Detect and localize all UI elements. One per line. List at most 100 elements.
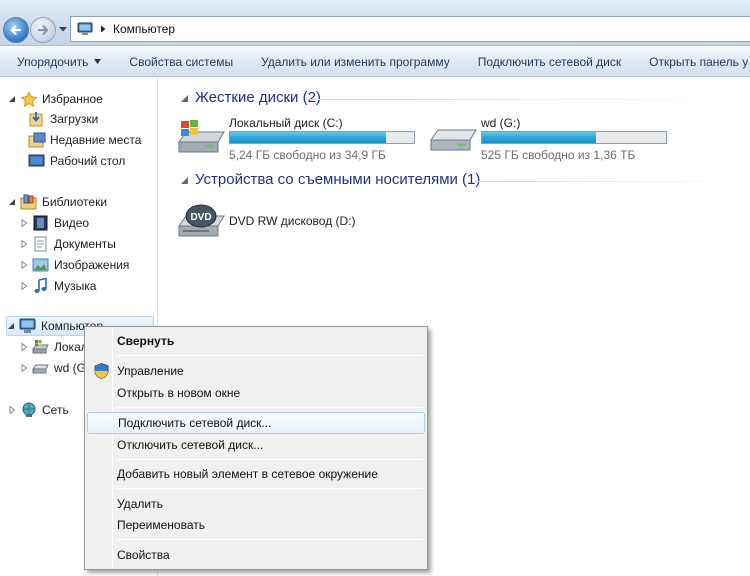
- uninstall-program-button[interactable]: Удалить или изменить программу: [247, 47, 464, 76]
- nav-video[interactable]: Видео: [20, 213, 89, 233]
- menu-item-add-network-location[interactable]: Добавить новый элемент в сетевое окружен…: [87, 463, 425, 485]
- collapsed-arrow-icon[interactable]: [20, 240, 28, 248]
- menu-item-collapse-label: Свернуть: [117, 334, 175, 348]
- menu-item-open-new-window[interactable]: Открыть в новом окне: [87, 382, 425, 404]
- menu-item-manage[interactable]: Управление: [87, 360, 425, 382]
- system-drive-icon: [178, 120, 225, 153]
- group-divider: [475, 181, 737, 182]
- organize-label: Упорядочить: [17, 54, 89, 69]
- menu-item-rename-label: Переименовать: [117, 518, 205, 532]
- menu-item-open-new-window-label: Открыть в новом окне: [117, 386, 241, 400]
- computer-icon: [19, 318, 36, 333]
- nav-favorites-label: Избранное: [42, 92, 103, 106]
- drive-icon: [32, 364, 49, 374]
- nav-network[interactable]: Сеть: [8, 400, 69, 420]
- drive-c-usage-bar: [229, 131, 415, 144]
- nav-images[interactable]: Изображения: [20, 255, 129, 275]
- nav-downloads[interactable]: Загрузки: [28, 109, 98, 129]
- drive-g-name: wd (G:): [481, 116, 521, 130]
- menu-item-add-network-location-label: Добавить новый элемент в сетевое окружен…: [117, 467, 378, 481]
- dvd-drive-icon: DVD: [178, 204, 225, 237]
- arrow-left-icon: [10, 25, 22, 35]
- nav-recent-places[interactable]: Недавние места: [28, 130, 141, 150]
- documents-icon: [34, 236, 47, 252]
- drive-g-usage-bar: [481, 131, 667, 144]
- nav-wd-disk[interactable]: wd (G: [20, 358, 86, 378]
- menu-item-rename[interactable]: Переименовать: [87, 514, 425, 536]
- nav-desktop[interactable]: Рабочий стол: [28, 151, 125, 171]
- open-control-panel-button[interactable]: Открыть панель у: [635, 47, 750, 76]
- menu-item-map-network-drive[interactable]: Подключить сетевой диск...: [87, 412, 425, 434]
- downloads-folder-icon: [29, 112, 43, 127]
- images-icon: [32, 258, 49, 272]
- drive-c-free-space: 5,24 ГБ свободно из 34,9 ГБ: [229, 148, 386, 162]
- nav-music-label: Музыка: [54, 279, 97, 293]
- group-divider: [307, 99, 737, 100]
- expanded-arrow-icon[interactable]: [8, 95, 16, 103]
- menu-separator: [115, 407, 423, 408]
- arrow-right-icon: [37, 25, 49, 35]
- nav-documents[interactable]: Документы: [20, 234, 116, 254]
- menu-separator: [115, 539, 423, 540]
- nav-libraries-label: Библиотеки: [42, 195, 108, 209]
- drive-g-free-space: 525 ГБ свободно из 1,36 ТБ: [481, 148, 636, 162]
- menu-item-properties[interactable]: Свойства: [87, 544, 425, 566]
- menu-item-manage-label: Управление: [117, 364, 184, 378]
- nav-documents-label: Документы: [54, 237, 116, 251]
- drive-g-usage-fill: [482, 132, 597, 143]
- collapsed-arrow-icon[interactable]: [20, 219, 28, 227]
- menu-separator: [115, 459, 423, 460]
- address-field[interactable]: Компьютер: [70, 16, 750, 42]
- collapsed-arrow-icon[interactable]: [8, 406, 16, 414]
- nav-music[interactable]: Музыка: [20, 276, 96, 296]
- breadcrumb-chevron-icon[interactable]: [99, 25, 107, 33]
- address-bar: Компьютер: [0, 0, 750, 46]
- breadcrumb-computer[interactable]: Компьютер: [113, 22, 175, 36]
- nav-libraries[interactable]: Библиотеки: [8, 192, 107, 212]
- organize-button[interactable]: Упорядочить: [0, 47, 115, 76]
- collapsed-arrow-icon[interactable]: [20, 364, 28, 372]
- forward-button[interactable]: [30, 17, 56, 43]
- computer-icon: [77, 22, 93, 35]
- menu-item-delete[interactable]: Удалить: [87, 493, 425, 515]
- nav-wd-disk-label: wd (G: [54, 361, 87, 375]
- collapsed-arrow-icon[interactable]: [20, 261, 28, 269]
- nav-video-label: Видео: [54, 216, 90, 230]
- expanded-arrow-icon[interactable]: [8, 198, 16, 206]
- collapsed-arrow-icon[interactable]: [20, 343, 28, 351]
- map-network-drive-button[interactable]: Подключить сетевой диск: [464, 47, 635, 76]
- nav-favorites[interactable]: Избранное: [8, 89, 103, 109]
- nav-local-disk-label: Локал: [54, 340, 88, 354]
- menu-separator: [115, 355, 423, 356]
- expanded-arrow-icon[interactable]: [7, 322, 15, 330]
- drive-dvd-name: DVD RW дисковод (D:): [229, 214, 356, 228]
- drive-dvd[interactable]: DVD DVD RW дисковод (D:): [177, 200, 437, 244]
- network-icon: [22, 402, 36, 417]
- history-dropdown-icon[interactable]: [58, 24, 68, 34]
- removable-group-label: Устройства со съемными носителями (1): [195, 171, 481, 188]
- menu-item-map-network-drive-label: Подключить сетевой диск...: [118, 416, 272, 430]
- system-drive-icon: [32, 340, 49, 354]
- nav-local-disk[interactable]: Локал: [20, 337, 88, 357]
- uac-shield-icon: [94, 363, 109, 379]
- menu-item-disconnect-network-drive[interactable]: Отключить сетевой диск...: [87, 434, 425, 456]
- group-collapse-icon[interactable]: [179, 175, 189, 185]
- nav-network-label: Сеть: [42, 403, 69, 417]
- libraries-icon: [20, 194, 37, 210]
- collapsed-arrow-icon[interactable]: [20, 282, 28, 290]
- menu-item-delete-label: Удалить: [117, 497, 163, 511]
- nav-downloads-label: Загрузки: [50, 112, 99, 126]
- group-collapse-icon[interactable]: [179, 93, 189, 103]
- back-button[interactable]: [3, 17, 29, 43]
- removable-group-header[interactable]: Устройства со съемными носителями (1): [179, 171, 480, 188]
- drive-c[interactable]: Локальный диск (C:) 5,24 ГБ свободно из …: [177, 116, 437, 166]
- map-network-drive-label: Подключить сетевой диск: [477, 54, 622, 69]
- drive-g[interactable]: wd (G:) 525 ГБ свободно из 1,36 ТБ: [429, 116, 689, 166]
- uninstall-program-label: Удалить или изменить программу: [261, 54, 450, 69]
- system-properties-button[interactable]: Свойства системы: [115, 47, 247, 76]
- open-control-panel-label: Открыть панель у: [649, 54, 749, 69]
- nav-desktop-label: Рабочий стол: [50, 154, 126, 168]
- hard-drives-group-header[interactable]: Жесткие диски (2): [179, 89, 321, 106]
- desktop-icon: [28, 154, 45, 167]
- menu-item-collapse[interactable]: Свернуть: [87, 330, 425, 352]
